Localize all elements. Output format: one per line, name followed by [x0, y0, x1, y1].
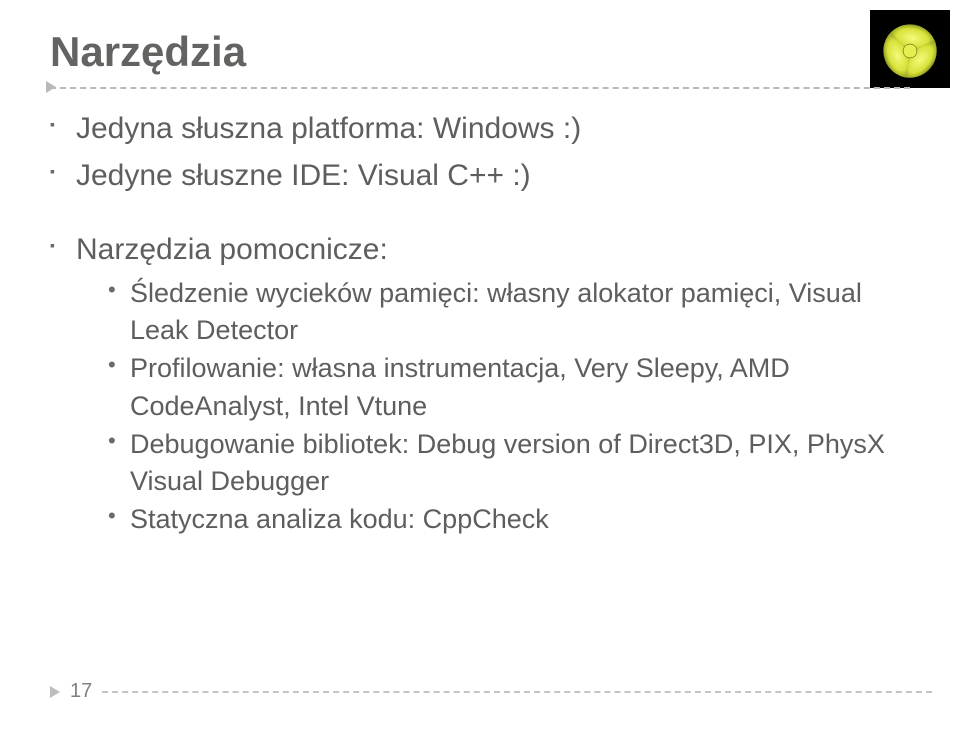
triangle-right-icon [50, 686, 60, 698]
footer-divider [102, 691, 932, 693]
slide-title: Narzędzia [50, 28, 910, 76]
list-item: Jedyna słuszna platforma: Windows :) [50, 109, 910, 150]
list-item-label: Narzędzia pomocnicze: [76, 233, 388, 266]
bullet-list: Narzędzia pomocnicze: Śledzenie wycieków… [50, 230, 910, 539]
list-item: Narzędzia pomocnicze: Śledzenie wycieków… [50, 230, 910, 539]
radioactive-icon [870, 10, 950, 88]
title-divider [50, 86, 910, 89]
page-number: 17 [70, 680, 92, 703]
triangle-right-icon [46, 81, 56, 93]
sub-list-item: Śledzenie wycieków pamięci: własny aloka… [76, 275, 910, 351]
list-item: Jedyne słuszne IDE: Visual C++ :) [50, 156, 910, 197]
footer: 17 [50, 680, 932, 703]
slide: Narzędzia Jedyna słuszna platforma: Wind… [0, 0, 960, 729]
sub-list: Śledzenie wycieków pamięci: własny aloka… [76, 275, 910, 540]
sub-list-item: Debugowanie bibliotek: Debug version of … [76, 426, 910, 502]
sub-list-item: Statyczna analiza kodu: CppCheck [76, 501, 910, 539]
sub-list-item: Profilowanie: własna instrumentacja, Ver… [76, 350, 910, 426]
bullet-list: Jedyna słuszna platforma: Windows :) Jed… [50, 109, 910, 196]
